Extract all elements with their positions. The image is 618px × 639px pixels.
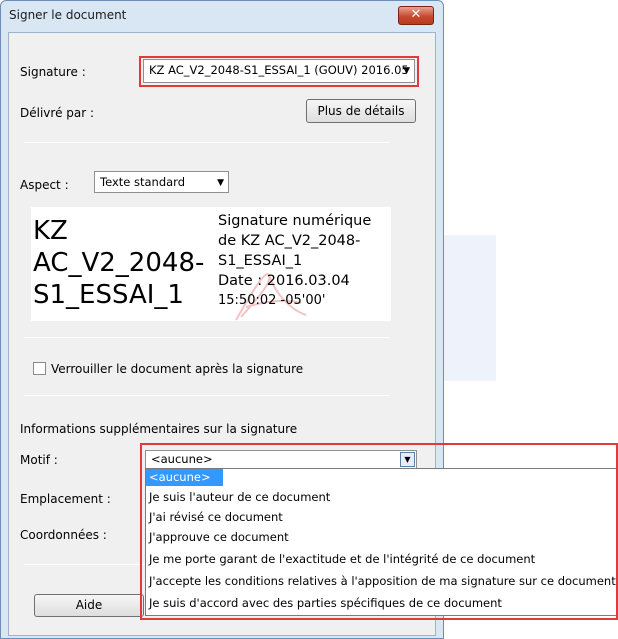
issued-by-label: Délivré par :	[20, 106, 95, 120]
preview-name-line: S1_ESSAI_1	[33, 280, 184, 310]
signature-preview: KZ AC_V2_2048- S1_ESSAI_1 Signature numé…	[31, 207, 391, 321]
appearance-select-value: Texte standard	[100, 175, 185, 189]
preview-info-line: Signature numérique	[218, 213, 372, 229]
lock-document-checkbox[interactable]	[33, 362, 46, 375]
location-label: Emplacement :	[20, 492, 111, 506]
divider	[24, 337, 390, 338]
preview-name-line: KZ	[33, 216, 68, 246]
chevron-down-icon: ▼	[217, 178, 224, 188]
contact-label: Coordonnées :	[20, 528, 107, 542]
preview-time-line: 15:50:02 -05'00'	[218, 293, 326, 308]
close-button[interactable]: ✕	[398, 6, 434, 25]
signature-highlight-frame	[139, 56, 419, 87]
reason-label: Motif :	[20, 453, 58, 467]
preview-info-line: S1_ESSAI_1	[218, 253, 303, 269]
preview-info-line: Date : 2016.03.04	[218, 273, 350, 289]
divider	[24, 142, 390, 143]
lock-document-label: Verrouiller le document après la signatu…	[51, 362, 304, 376]
help-button[interactable]: Aide	[34, 594, 144, 617]
title-bar: Signer le document ✕	[1, 1, 443, 31]
preview-info-line: de KZ AC_V2_2048-	[218, 233, 361, 249]
reason-highlight-frame	[140, 443, 618, 620]
signature-label: Signature :	[20, 65, 86, 79]
divider	[24, 395, 390, 396]
extra-info-heading: Informations supplémentaires sur la sign…	[20, 422, 298, 436]
appearance-label: Aspect :	[20, 178, 69, 192]
more-details-button[interactable]: Plus de détails	[306, 99, 416, 123]
appearance-select[interactable]: Texte standard ▼	[94, 171, 229, 193]
preview-name-line: AC_V2_2048-	[33, 248, 205, 278]
dialog-title: Signer le document	[9, 8, 127, 22]
